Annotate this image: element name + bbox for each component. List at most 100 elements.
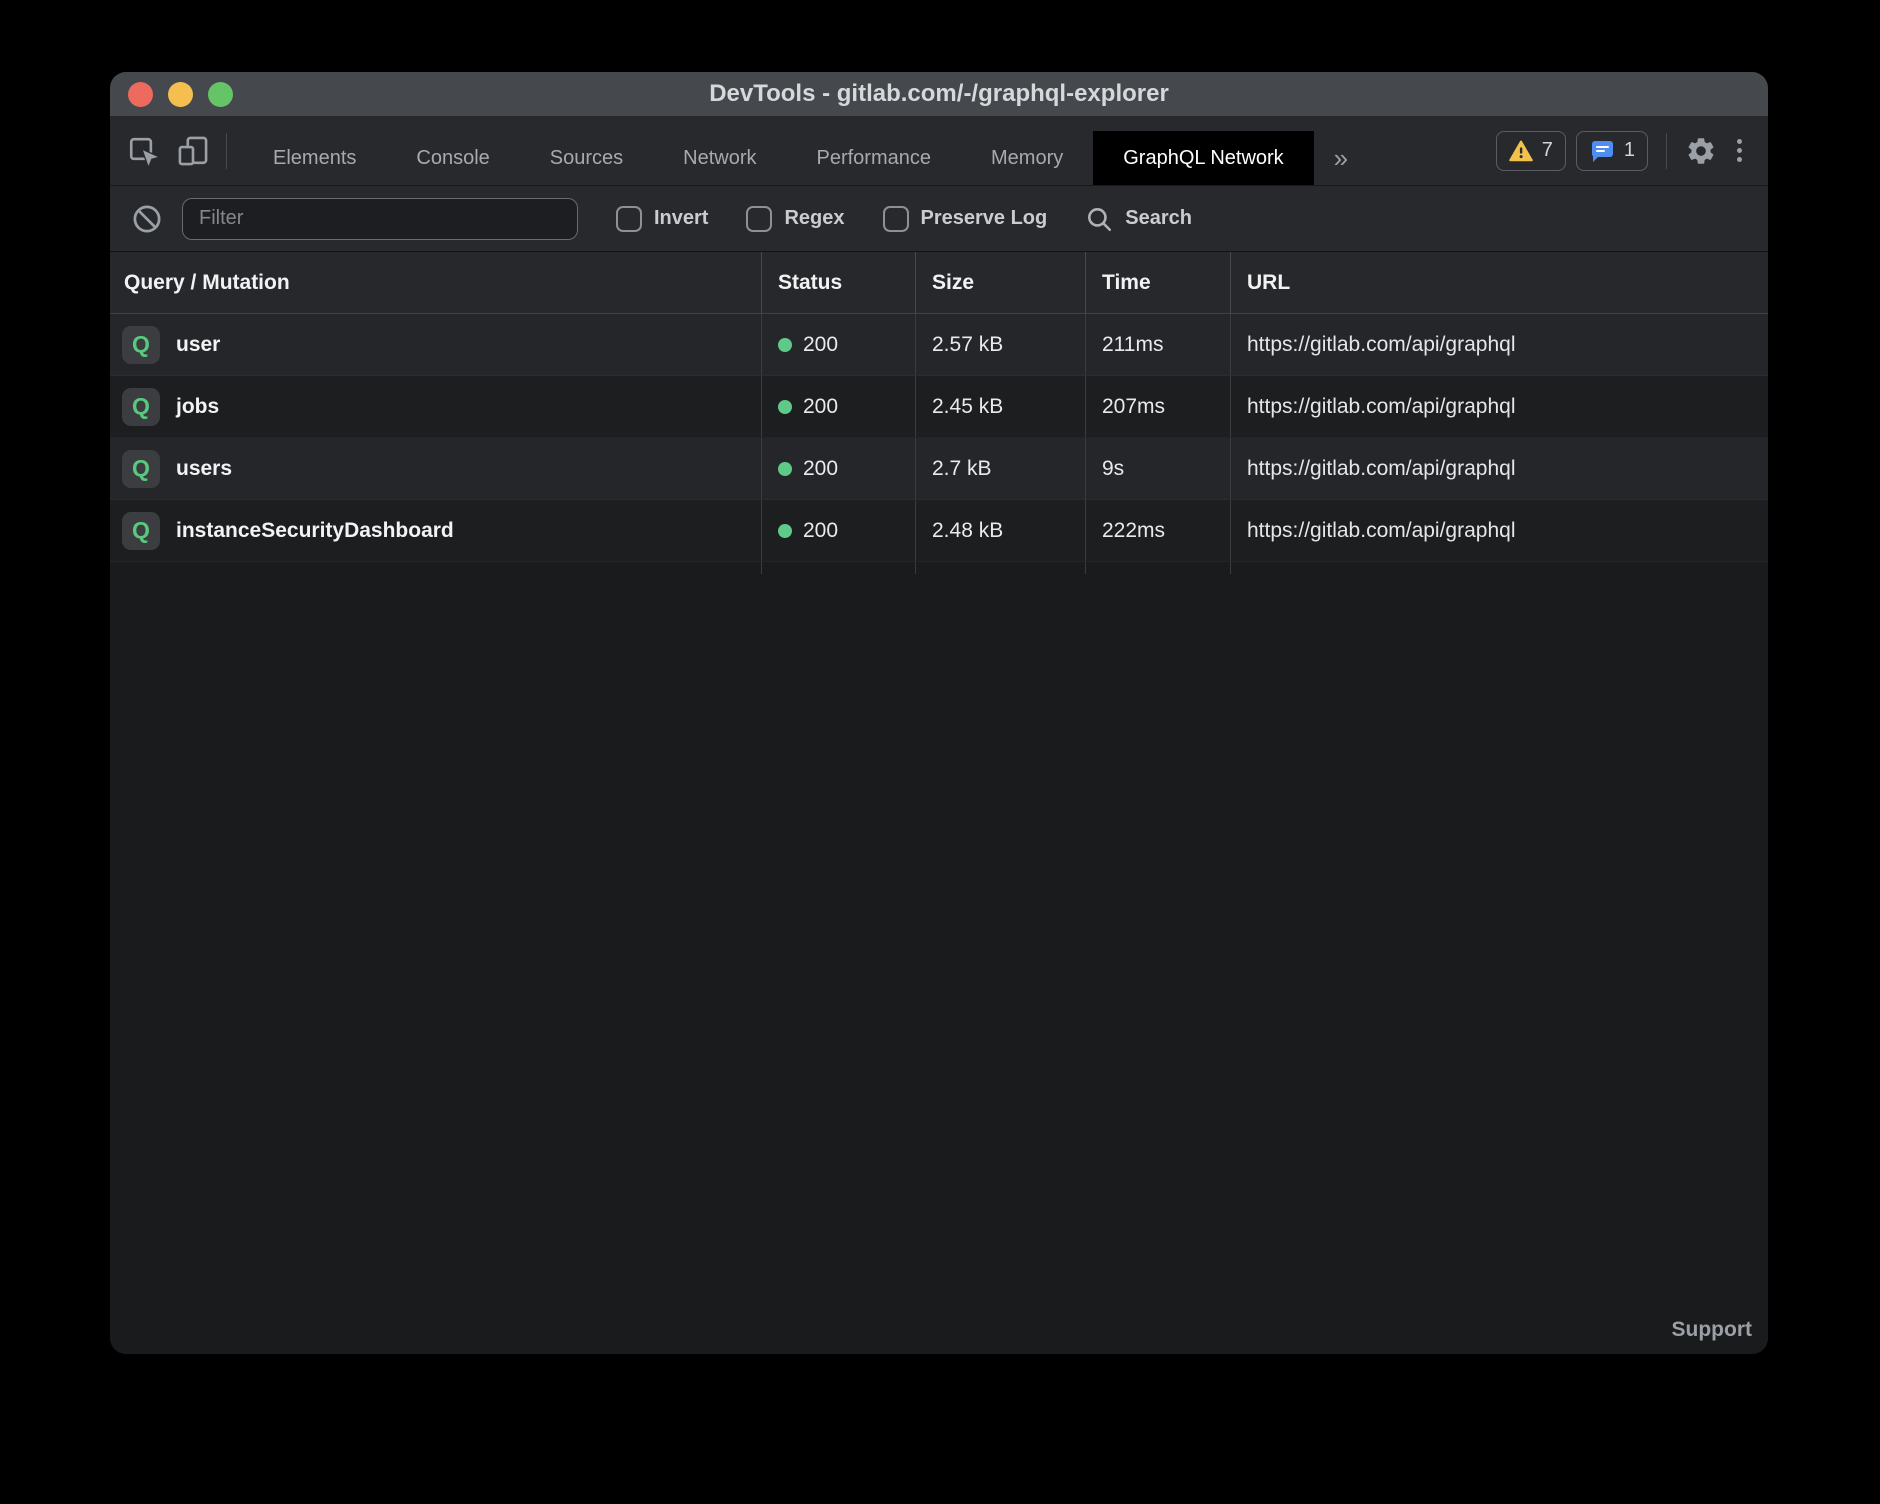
column-header-query-mutation[interactable]: Query / Mutation: [110, 252, 762, 313]
chevron-double-right-icon: »: [1334, 143, 1348, 174]
status-cell: 200: [762, 438, 916, 499]
warning-triangle-icon: [1509, 140, 1533, 162]
query-name: jobs: [176, 395, 219, 419]
regex-checkbox[interactable]: [746, 206, 772, 232]
issues-badge[interactable]: 1: [1576, 131, 1648, 171]
regex-label: Regex: [784, 207, 844, 230]
status-ok-dot-icon: [778, 338, 792, 352]
query-type-badge: Q: [122, 512, 160, 550]
status-ok-dot-icon: [778, 462, 792, 476]
close-window-button[interactable]: [128, 82, 153, 107]
url-cell: https://gitlab.com/api/graphql: [1231, 438, 1768, 499]
preserve-log-checkbox[interactable]: [883, 206, 909, 232]
preserve-log-checkbox-group[interactable]: Preserve Log: [883, 206, 1048, 232]
tab-memory[interactable]: Memory: [961, 131, 1093, 185]
filter-input[interactable]: [182, 198, 578, 240]
tab-graphql-network[interactable]: GraphQL Network: [1093, 131, 1313, 185]
query-type-badge: Q: [122, 388, 160, 426]
time-cell: 207ms: [1086, 376, 1231, 437]
query-name-cell: Q instanceSecurityDashboard: [110, 500, 762, 561]
time-cell: 222ms: [1086, 500, 1231, 561]
tab-console[interactable]: Console: [386, 131, 519, 185]
gear-icon: [1685, 135, 1717, 167]
more-options-button[interactable]: [1727, 139, 1752, 162]
query-type-badge: Q: [122, 450, 160, 488]
url-cell: https://gitlab.com/api/graphql: [1231, 314, 1768, 375]
column-header-size[interactable]: Size: [916, 252, 1086, 313]
column-header-status[interactable]: Status: [762, 252, 916, 313]
panel-tabs: Elements Console Sources Network Perform…: [243, 131, 1314, 185]
badge-divider: [1666, 133, 1667, 169]
window-title: DevTools - gitlab.com/-/graphql-explorer: [110, 72, 1768, 116]
column-line-stubs: [110, 562, 1768, 574]
table-row[interactable]: Q jobs 200 2.45 kB 207ms https://gitlab.…: [110, 376, 1768, 438]
issues-count: 1: [1624, 139, 1635, 162]
search-button[interactable]: Search: [1085, 205, 1192, 233]
size-cell: 2.57 kB: [916, 314, 1086, 375]
tab-performance[interactable]: Performance: [787, 131, 962, 185]
query-name: users: [176, 457, 232, 481]
devtools-tabbar: Elements Console Sources Network Perform…: [110, 116, 1768, 186]
column-header-time[interactable]: Time: [1086, 252, 1231, 313]
time-cell: 9s: [1086, 438, 1231, 499]
filter-toolbar: Invert Regex Preserve Log Search: [110, 186, 1768, 252]
search-icon: [1085, 205, 1113, 233]
devtools-window: DevTools - gitlab.com/-/graphql-explorer…: [110, 72, 1768, 1354]
message-bubble-icon: [1589, 139, 1615, 163]
inspect-cursor-icon: [126, 134, 160, 168]
preserve-log-label: Preserve Log: [921, 207, 1048, 230]
regex-checkbox-group[interactable]: Regex: [746, 206, 844, 232]
status-code: 200: [803, 519, 838, 543]
table-row[interactable]: Q users 200 2.7 kB 9s https://gitlab.com…: [110, 438, 1768, 500]
more-tabs-button[interactable]: »: [1314, 131, 1368, 185]
size-cell: 2.7 kB: [916, 438, 1086, 499]
warnings-count: 7: [1542, 139, 1553, 162]
query-name-cell: Q users: [110, 438, 762, 499]
clear-requests-button[interactable]: [132, 204, 162, 234]
warnings-badge[interactable]: 7: [1496, 131, 1566, 171]
url-cell: https://gitlab.com/api/graphql: [1231, 376, 1768, 437]
table-row[interactable]: Q instanceSecurityDashboard 200 2.48 kB …: [110, 500, 1768, 562]
zoom-window-button[interactable]: [208, 82, 233, 107]
titlebar: DevTools - gitlab.com/-/graphql-explorer: [110, 72, 1768, 116]
search-label: Search: [1125, 207, 1192, 230]
time-cell: 211ms: [1086, 314, 1231, 375]
url-cell: https://gitlab.com/api/graphql: [1231, 500, 1768, 561]
status-cell: 200: [762, 376, 916, 437]
query-name: instanceSecurityDashboard: [176, 519, 454, 543]
minimize-window-button[interactable]: [168, 82, 193, 107]
toolbar-divider: [226, 133, 227, 169]
status-cell: 200: [762, 500, 916, 561]
panel-body: Support: [110, 574, 1768, 1354]
status-code: 200: [803, 457, 838, 481]
invert-checkbox[interactable]: [616, 206, 642, 232]
tab-network[interactable]: Network: [653, 131, 786, 185]
status-ok-dot-icon: [778, 400, 792, 414]
size-cell: 2.48 kB: [916, 500, 1086, 561]
tab-elements[interactable]: Elements: [243, 131, 386, 185]
status-code: 200: [803, 395, 838, 419]
size-cell: 2.45 kB: [916, 376, 1086, 437]
inspect-element-button[interactable]: [126, 134, 160, 168]
support-link[interactable]: Support: [1672, 1318, 1752, 1342]
kebab-menu-icon: [1737, 139, 1742, 144]
kebab-menu-icon: [1737, 157, 1742, 162]
table-row[interactable]: Q user 200 2.57 kB 211ms https://gitlab.…: [110, 314, 1768, 376]
query-name: user: [176, 333, 220, 357]
kebab-menu-icon: [1737, 148, 1742, 153]
settings-button[interactable]: [1685, 135, 1717, 167]
query-name-cell: Q user: [110, 314, 762, 375]
invert-label: Invert: [654, 207, 708, 230]
tab-sources[interactable]: Sources: [520, 131, 653, 185]
device-toolbar-icon: [176, 134, 210, 168]
query-type-badge: Q: [122, 326, 160, 364]
status-code: 200: [803, 333, 838, 357]
tabbar-right-cluster: 7 1: [1496, 131, 1752, 171]
query-name-cell: Q jobs: [110, 376, 762, 437]
invert-checkbox-group[interactable]: Invert: [616, 206, 708, 232]
table-header: Query / Mutation Status Size Time URL: [110, 252, 1768, 314]
block-circle-icon: [132, 204, 162, 234]
device-toolbar-button[interactable]: [176, 134, 210, 168]
column-header-url[interactable]: URL: [1231, 252, 1768, 313]
status-cell: 200: [762, 314, 916, 375]
